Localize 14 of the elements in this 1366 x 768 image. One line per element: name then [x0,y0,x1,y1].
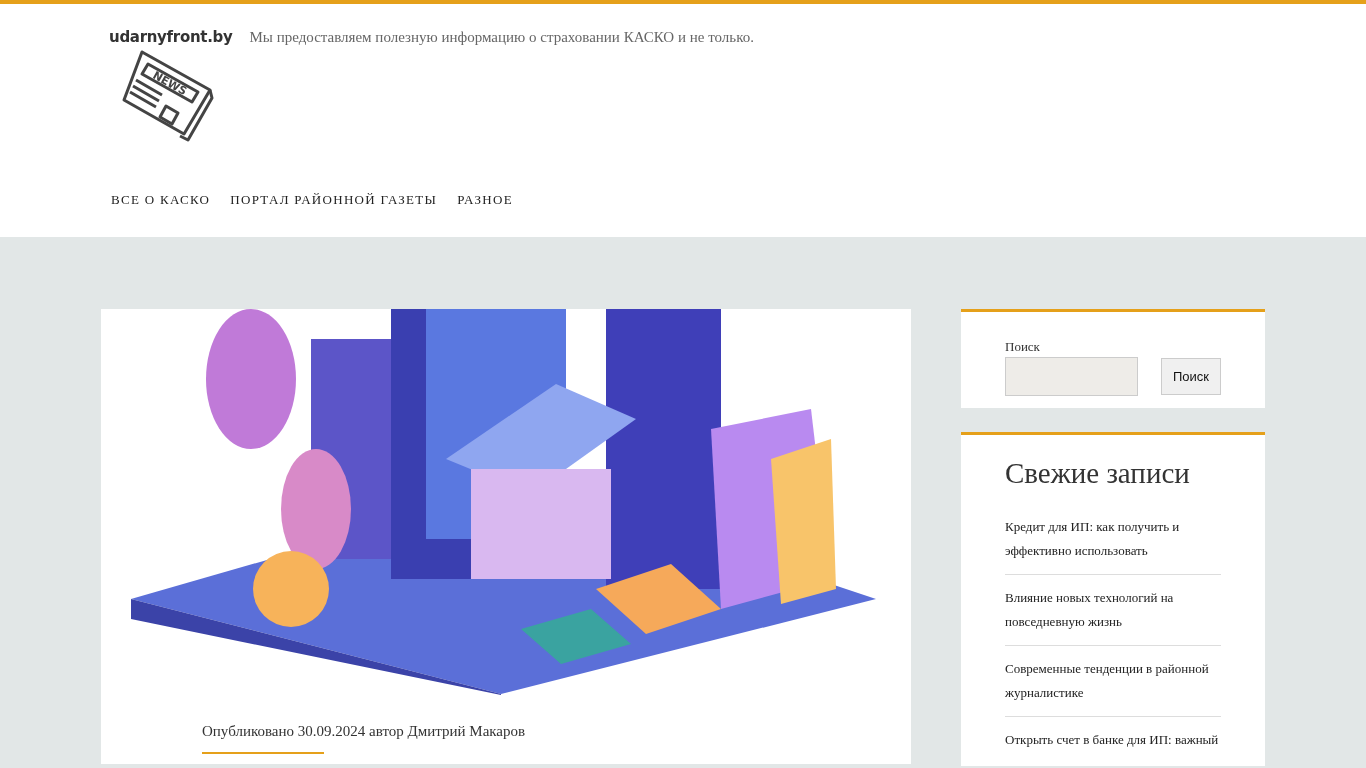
search-field[interactable] [1005,357,1138,396]
widget-title: Свежие записи [1005,457,1191,490]
nav-link[interactable]: РАЗНОЕ [457,192,513,208]
nav-link[interactable]: ВСЕ О КАСКО [111,192,211,208]
recent-post-link[interactable]: Влияние новых технологий на повседневную жизнь [1005,586,1221,634]
site-title[interactable]: udarnyfront.by [109,28,233,46]
recent-post-link[interactable]: Кредит для ИП: как получить и эффективно использовать [1005,515,1221,563]
post-meta: Опубликовано 30.09.2024 автор Дмитрий Макаров [202,723,526,740]
nav-link[interactable]: ПОРТАЛ РАЙОННОЙ ГАЗЕТЫ [230,192,438,208]
search-button[interactable]: Поиск [1160,358,1221,395]
site-tagline: Мы предоставляем полезную информацию о страховании КАСКО и не только. [249,29,754,46]
search-label: Поиск [1005,339,1041,355]
recent-post-link[interactable]: Современные тенденции в районной журналистике [1005,657,1221,705]
recent-post-link[interactable]: Открыть счет в банке для ИП: важный [1005,728,1221,752]
